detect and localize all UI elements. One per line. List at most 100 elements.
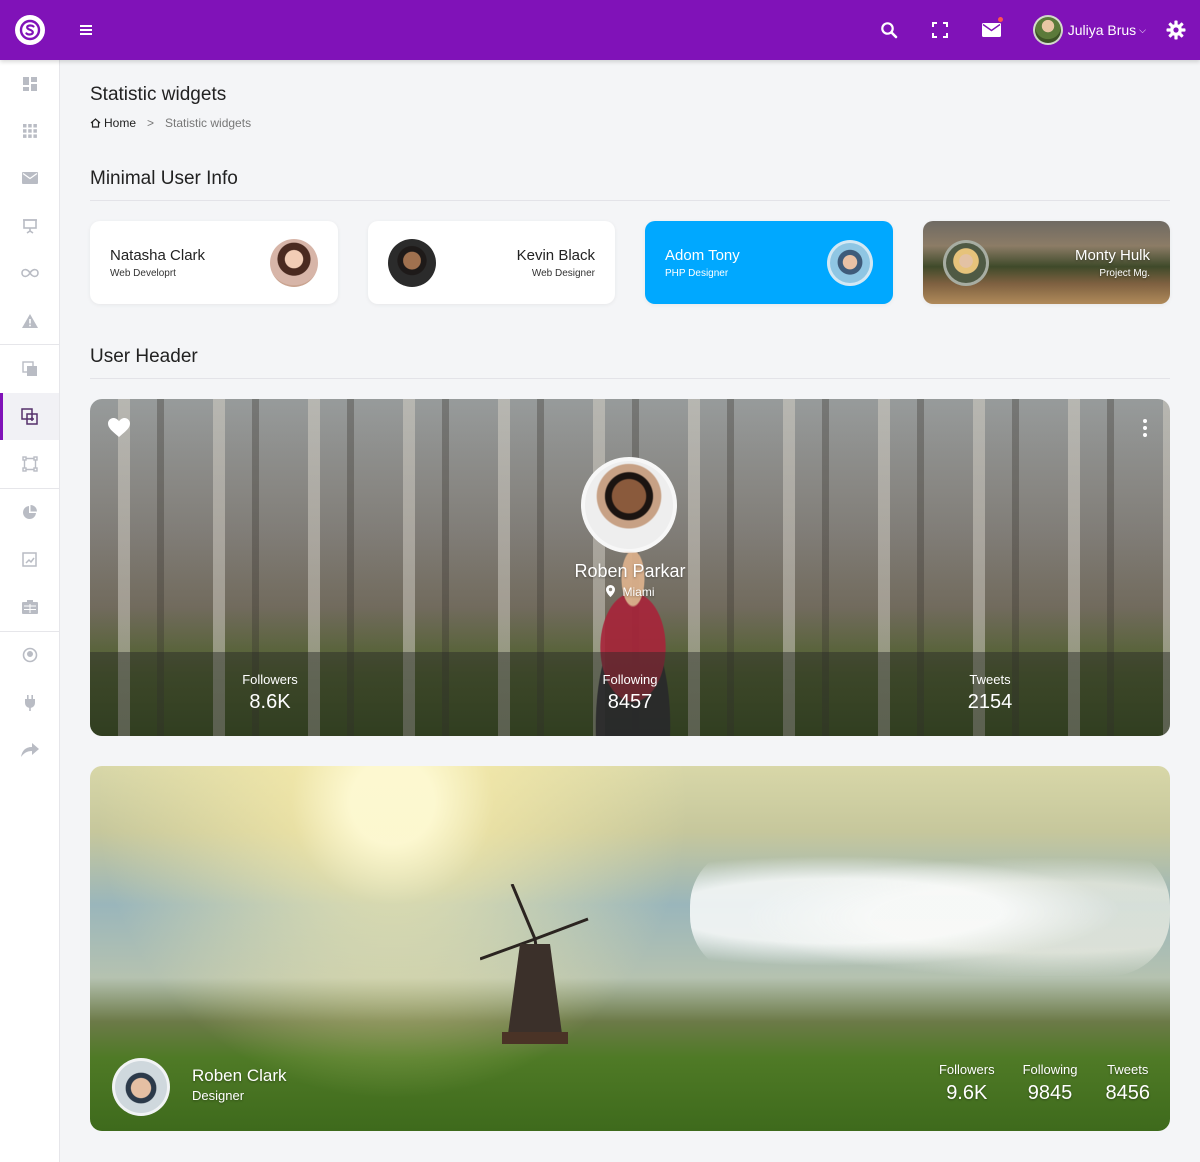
breadcrumb: Home > Statistic widgets	[90, 116, 1170, 130]
sidebar	[0, 60, 60, 1162]
stat-value: 9.6K	[946, 1082, 988, 1104]
minimal-user-info-row: Natasha Clark Web Developrt Kevin Black …	[90, 221, 1170, 304]
gear-icon[interactable]	[1156, 0, 1196, 60]
user-card-role: Web Developrt	[110, 267, 176, 279]
breadcrumb-current: Statistic widgets	[165, 116, 252, 130]
section-title-minimal-user-info: Minimal User Info	[90, 168, 1170, 201]
stat-label: Tweets	[1107, 1062, 1149, 1077]
stat-followers: Followers 9.6K	[939, 1062, 995, 1105]
stat-value: 2154	[967, 691, 1013, 713]
user-card-monty[interactable]: Monty Hulk Project Mg.	[922, 221, 1170, 304]
more-vertical-icon[interactable]	[1140, 419, 1150, 437]
mail-icon[interactable]	[966, 0, 1017, 60]
user-card-name: Monty Hulk	[1074, 246, 1150, 264]
vector-icon	[21, 456, 38, 472]
share-icon	[20, 743, 39, 758]
user-card-name: Natasha Clark	[110, 246, 206, 264]
profile-name: Roben Clark	[192, 1066, 287, 1085]
stat-value: 8456	[1105, 1082, 1151, 1104]
sidebar-item-dashboard[interactable]	[0, 60, 59, 107]
breadcrumb-home-label: Home	[104, 116, 137, 130]
table-icon	[21, 599, 38, 614]
user-card-natasha[interactable]: Natasha Clark Web Developrt	[90, 221, 338, 304]
sidebar-item-apps[interactable]	[0, 107, 59, 154]
stat-label: Following	[602, 672, 658, 687]
sidebar-item-warning[interactable]	[0, 297, 59, 344]
breadcrumb-separator: >	[147, 116, 155, 130]
avatar	[942, 239, 989, 286]
sidebar-item-pie-chart[interactable]	[0, 489, 59, 536]
plug-icon	[24, 694, 35, 711]
stat-tweets: Tweets 2154	[810, 652, 1170, 736]
stat-following: Following 8457	[450, 652, 810, 736]
section-title-user-header: User Header	[90, 346, 1170, 379]
sidebar-item-plug[interactable]	[0, 679, 59, 726]
presentation-icon	[22, 219, 37, 234]
user-header-card-forest: Roben Parkar Miami Followers 8.6K Follow…	[90, 399, 1170, 736]
windmill-illustration	[480, 884, 589, 1044]
stat-following: Following 9845	[1023, 1062, 1078, 1105]
sidebar-item-vector[interactable]	[0, 440, 59, 487]
sidebar-item-table[interactable]	[0, 583, 59, 630]
profile-location: Miami	[90, 585, 1170, 599]
main-content: Statistic widgets Home > Statistic widge…	[90, 60, 1170, 1131]
stat-label: Followers	[938, 1062, 995, 1077]
profile-stats: Followers 9.6K Following 9845 Tweets 845…	[939, 1062, 1150, 1105]
user-name: Juliya Brus	[1067, 22, 1137, 38]
image-chart-icon	[22, 552, 37, 567]
chevron-down-icon: ⌵	[1139, 24, 1146, 35]
infinity-icon	[20, 269, 39, 278]
profile-name: Roben Parkar	[574, 561, 686, 581]
user-card-role: PHP Designer	[665, 267, 729, 279]
fullscreen-icon[interactable]	[915, 0, 966, 60]
stat-label: Tweets	[969, 672, 1011, 687]
sidebar-item-image-chart[interactable]	[0, 536, 59, 583]
mail-icon	[21, 172, 38, 185]
widgets-icon	[21, 408, 38, 425]
warning-icon	[21, 313, 38, 328]
top-bar: Juliya Brus ⌵	[0, 0, 1200, 60]
stat-value: 8.6K	[249, 691, 291, 713]
map-pin-icon	[605, 585, 615, 597]
background-photo	[690, 846, 1170, 976]
notification-dot	[997, 17, 1003, 22]
sidebar-item-widgets[interactable]	[0, 392, 59, 441]
location-label: Miami	[622, 585, 655, 599]
sidebar-item-share[interactable]	[0, 726, 59, 773]
user-card-role: Project Mg.	[1099, 267, 1150, 279]
menu-toggle-icon[interactable]	[80, 25, 92, 35]
heart-icon[interactable]	[108, 418, 130, 443]
stat-value: 8457	[607, 691, 653, 713]
app-logo[interactable]	[0, 0, 60, 60]
sidebar-item-presentation[interactable]	[0, 202, 59, 249]
stat-value: 9845	[1027, 1082, 1073, 1104]
profile-role: Designer	[192, 1088, 245, 1103]
avatar	[269, 238, 318, 287]
logo-icon	[15, 15, 45, 45]
stat-label: Followers	[242, 672, 298, 687]
user-header-card-windmill: Roben Clark Designer Followers 9.6K Foll…	[90, 766, 1170, 1131]
avatar	[112, 1058, 170, 1116]
stat-followers: Followers 8.6K	[90, 652, 450, 736]
avatar	[826, 239, 873, 286]
profile-stats-bar: Followers 8.6K Following 8457 Tweets 215…	[90, 652, 1170, 736]
breadcrumb-home[interactable]: Home	[90, 116, 136, 130]
avatar	[387, 238, 436, 287]
user-card-name: Adom Tony	[665, 246, 740, 264]
sidebar-item-copy[interactable]	[0, 345, 59, 392]
sidebar-item-infinity[interactable]	[0, 250, 59, 297]
home-icon	[90, 118, 101, 128]
copy-icon	[21, 361, 37, 377]
avatar	[581, 457, 677, 553]
page-title: Statistic widgets	[90, 84, 227, 105]
apps-grid-icon	[22, 124, 37, 138]
map-pin-icon	[22, 648, 37, 663]
stat-tweets: Tweets 8456	[1106, 1062, 1151, 1105]
user-card-kevin[interactable]: Kevin Black Web Designer	[367, 221, 615, 304]
sidebar-item-map[interactable]	[0, 632, 59, 679]
user-menu[interactable]: Juliya Brus ⌵	[1032, 15, 1146, 45]
user-card-adom[interactable]: Adom Tony PHP Designer	[645, 221, 893, 304]
sidebar-item-mail[interactable]	[0, 155, 59, 202]
user-card-role: Web Designer	[531, 267, 595, 279]
search-icon[interactable]	[864, 0, 915, 60]
